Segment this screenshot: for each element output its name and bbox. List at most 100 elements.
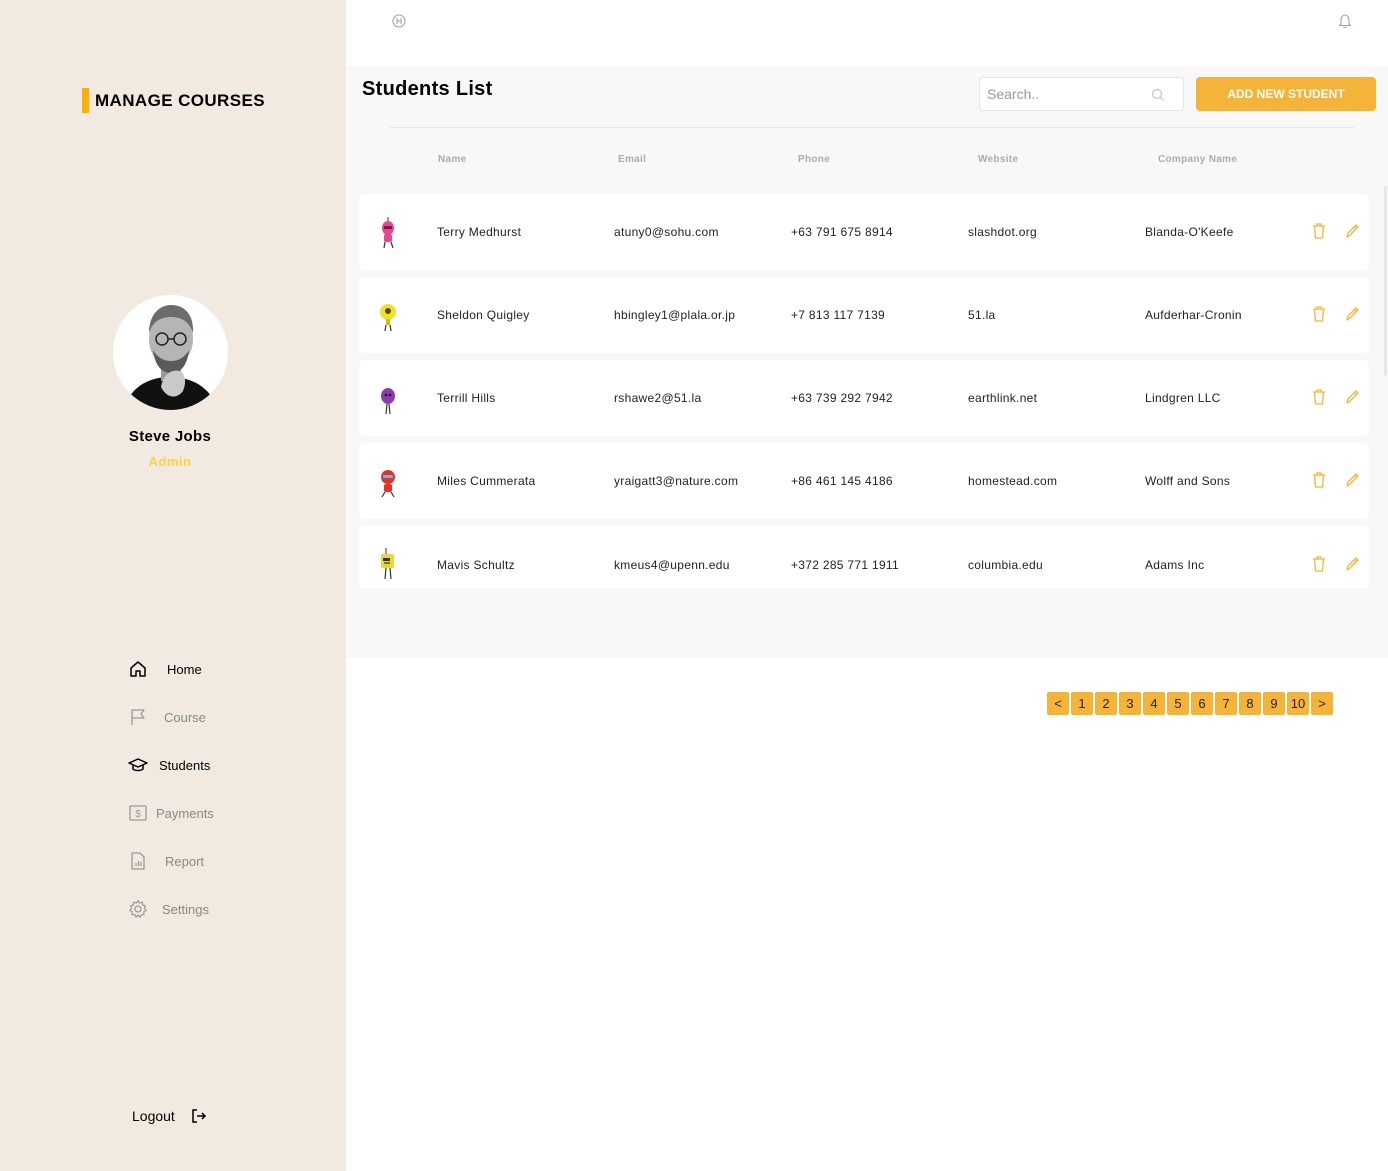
search-icon[interactable]: [1151, 88, 1165, 102]
user-avatar: [113, 295, 228, 410]
student-name: Miles Cummerata: [437, 474, 536, 488]
user-role: Admin: [148, 454, 192, 469]
search-input[interactable]: [980, 78, 1150, 110]
home-icon: [130, 661, 146, 677]
flag-icon: [131, 709, 145, 725]
edit-icon[interactable]: [1344, 388, 1360, 406]
sidebar-item-label: Payments: [156, 805, 214, 821]
column-header-email: Email: [618, 154, 647, 165]
pagination-next-button[interactable]: >: [1311, 692, 1333, 715]
logout-label: Logout: [132, 1108, 175, 1124]
student-phone: +372 285 771 1911: [791, 558, 899, 572]
student-email: atuny0@sohu.com: [614, 225, 719, 239]
logout-button[interactable]: Logout: [132, 1104, 207, 1128]
student-email: kmeus4@upenn.edu: [614, 558, 730, 572]
table-scrollbar[interactable]: [1384, 186, 1387, 376]
edit-icon[interactable]: [1344, 471, 1360, 489]
student-avatar: [381, 388, 395, 415]
student-website: homestead.com: [968, 474, 1058, 488]
student-company: Wolff and Sons: [1145, 474, 1231, 488]
circle-back-icon[interactable]: [392, 14, 406, 28]
pagination-prev-button[interactable]: <: [1047, 692, 1069, 715]
student-company: Blanda-O'Keefe: [1145, 225, 1234, 239]
pagination-page-button[interactable]: 9: [1263, 692, 1285, 715]
student-email: rshawe2@51.la: [614, 391, 702, 405]
delete-icon[interactable]: [1311, 222, 1327, 240]
column-header-website: Website: [978, 154, 1019, 165]
pagination-page-button[interactable]: 6: [1191, 692, 1213, 715]
bell-icon[interactable]: [1338, 13, 1352, 29]
student-email: hbingley1@plala.or.jp: [614, 308, 736, 322]
student-website: slashdot.org: [968, 225, 1037, 239]
pagination-page-button[interactable]: 7: [1215, 692, 1237, 715]
student-name: Terrill Hills: [437, 391, 496, 405]
add-new-student-button[interactable]: ADD NEW STUDENT: [1196, 77, 1376, 111]
column-header-company: Company Name: [1158, 154, 1238, 165]
pagination-page-button[interactable]: 10: [1287, 692, 1309, 715]
pagination-page-button[interactable]: 8: [1239, 692, 1261, 715]
pagination-page-button[interactable]: 4: [1143, 692, 1165, 715]
sidebar: MANAGE COURSES Steve Jobs Admin Home Cou…: [0, 0, 346, 1171]
student-phone: +63 739 292 7942: [791, 391, 893, 405]
student-website: 51.la: [968, 308, 996, 322]
logout-icon: [192, 1109, 206, 1123]
svg-text:$: $: [135, 809, 141, 820]
delete-icon[interactable]: [1311, 471, 1327, 489]
sidebar-item-course[interactable]: Course: [128, 703, 308, 731]
search-box: [979, 77, 1184, 111]
pagination-page-button[interactable]: 3: [1119, 692, 1141, 715]
student-avatar: [381, 470, 395, 498]
student-company: Lindgren LLC: [1145, 391, 1221, 405]
pagination-page-button[interactable]: 1: [1071, 692, 1093, 715]
student-avatar: [381, 548, 394, 580]
dollar-icon: $: [129, 805, 147, 821]
user-name: Steve Jobs: [128, 428, 212, 445]
sidebar-item-report[interactable]: Report: [128, 847, 308, 875]
edit-icon[interactable]: [1344, 555, 1360, 573]
student-company: Adams Inc: [1145, 558, 1205, 572]
graduation-cap-icon: [128, 758, 148, 772]
student-phone: +7 813 117 7139: [791, 308, 886, 322]
table-row[interactable]: Miles Cummerata yraigatt3@nature.com +86…: [359, 443, 1369, 519]
student-name: Sheldon Quigley: [437, 308, 530, 322]
student-phone: +86 461 145 4186: [791, 474, 893, 488]
brand: MANAGE COURSES: [82, 88, 265, 113]
table-row[interactable]: Terrill Hills rshawe2@51.la +63 739 292 …: [359, 360, 1369, 436]
main-content: Students List ADD NEW STUDENT Name Email…: [346, 66, 1388, 658]
delete-icon[interactable]: [1311, 305, 1327, 323]
sidebar-item-label: Students: [159, 757, 211, 773]
delete-icon[interactable]: [1311, 388, 1327, 406]
pagination-page-button[interactable]: 2: [1095, 692, 1117, 715]
pagination-page-button[interactable]: 5: [1167, 692, 1189, 715]
sidebar-item-home[interactable]: Home: [128, 655, 308, 683]
student-phone: +63 791 675 8914: [791, 225, 893, 239]
student-company: Aufderhar-Cronin: [1145, 308, 1242, 322]
brand-title: MANAGE COURSES: [95, 90, 265, 110]
edit-icon[interactable]: [1344, 305, 1360, 323]
divider: [390, 127, 1354, 128]
table-row[interactable]: Terry Medhurst atuny0@sohu.com +63 791 6…: [359, 194, 1369, 270]
edit-icon[interactable]: [1344, 222, 1360, 240]
student-email: yraigatt3@nature.com: [614, 474, 739, 488]
student-website: earthlink.net: [968, 391, 1038, 405]
student-name: Mavis Schultz: [437, 558, 515, 572]
column-header-phone: Phone: [798, 154, 831, 165]
sidebar-item-label: Course: [164, 709, 206, 725]
report-icon: [131, 852, 145, 870]
topbar: [346, 0, 1388, 66]
student-avatar: [380, 304, 396, 332]
sidebar-item-label: Settings: [162, 901, 209, 917]
delete-icon[interactable]: [1311, 555, 1327, 573]
column-header-name: Name: [438, 154, 467, 165]
table-row[interactable]: Sheldon Quigley hbingley1@plala.or.jp +7…: [359, 277, 1369, 353]
pagination: < 1 2 3 4 5 6 7 8 9 10 >: [1047, 692, 1335, 715]
sidebar-item-payments[interactable]: $ Payments: [128, 799, 308, 827]
brand-accent-bar: [82, 88, 89, 113]
table-row[interactable]: Mavis Schultz kmeus4@upenn.edu +372 285 …: [359, 526, 1369, 588]
student-name: Terry Medhurst: [437, 225, 522, 239]
sidebar-item-label: Report: [165, 853, 205, 869]
student-avatar: [382, 217, 394, 249]
sidebar-item-label: Home: [167, 661, 202, 677]
sidebar-item-students[interactable]: Students: [128, 751, 308, 779]
sidebar-item-settings[interactable]: Settings: [128, 895, 308, 923]
